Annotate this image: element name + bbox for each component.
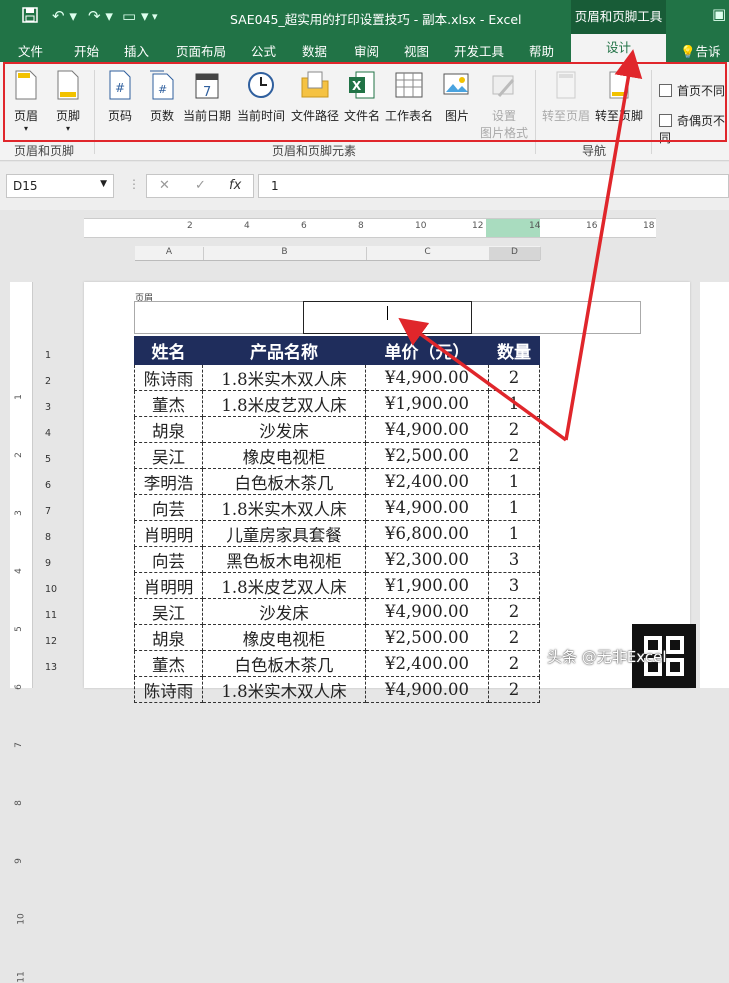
annotation-arrows	[398, 49, 643, 442]
watermark-text: 头条 @无非Excel	[547, 648, 667, 666]
ruler-mark: 11	[16, 971, 27, 983]
arrow-to-header	[398, 317, 568, 442]
arrow-to-design-tab	[564, 49, 643, 441]
ruler-mark: 10	[16, 913, 27, 925]
ruler-mark: 7	[13, 742, 24, 748]
ruler-mark: 8	[13, 800, 24, 806]
ruler-mark: 9	[13, 858, 24, 864]
